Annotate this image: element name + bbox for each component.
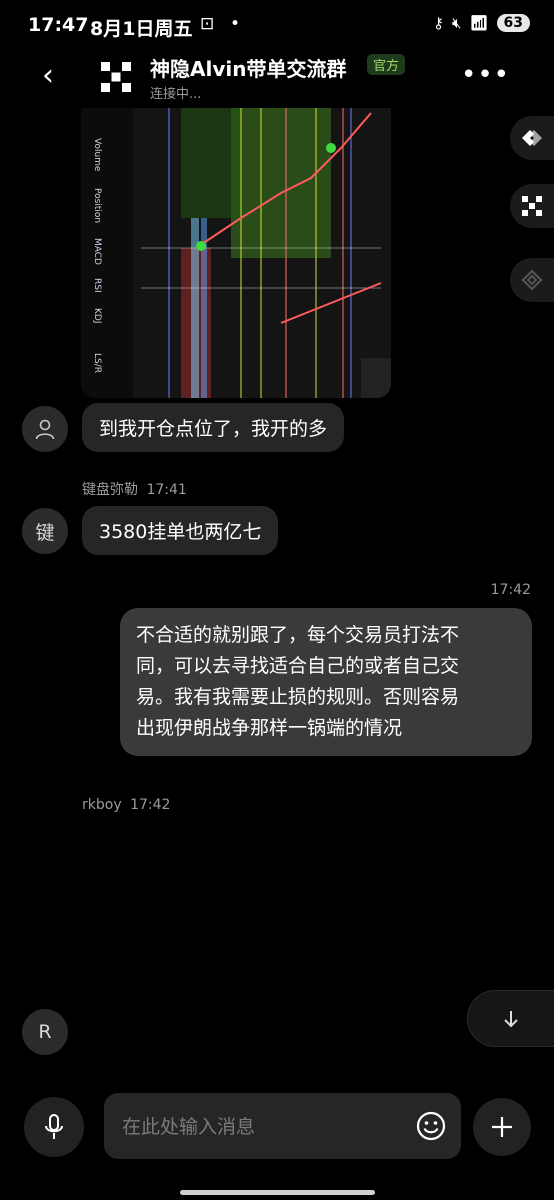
svg-text:MACD: MACD xyxy=(92,238,102,265)
sender-name-text: rkboy xyxy=(82,797,122,813)
back-arrow-icon[interactable]: ‹ xyxy=(42,58,54,93)
message-line: 不合适的就别跟了，每个交易员打法不 xyxy=(136,624,460,646)
message-bubble-outgoing[interactable]: 不合适的就别跟了，每个交易员打法不 同，可以去寻找适合自己的或者自己交 易。我有… xyxy=(120,608,532,756)
svg-text:Volume: Volume xyxy=(92,138,102,172)
notification-dot-icon: • xyxy=(230,14,241,34)
svg-text:KDJ: KDJ xyxy=(92,308,102,324)
voice-button[interactable] xyxy=(24,1097,84,1157)
message-input[interactable] xyxy=(120,1111,394,1143)
connection-status: 连接中... xyxy=(150,87,202,102)
plus-icon xyxy=(492,1117,512,1137)
share-button[interactable] xyxy=(510,116,554,160)
scroll-to-bottom-button[interactable] xyxy=(467,990,554,1047)
status-icons: ⚷ 🔇︎ 📶︎ 63 xyxy=(433,14,530,32)
group-logo-icon[interactable] xyxy=(97,58,135,96)
message-time: 17:41 xyxy=(146,482,187,498)
x-logo-button[interactable] xyxy=(510,184,554,228)
svg-text:RSI: RSI xyxy=(92,278,102,293)
group-title[interactable]: 神隐Alvin带单交流群 xyxy=(150,53,346,82)
status-date: 8月1日周五 xyxy=(90,18,193,40)
binance-button[interactable] xyxy=(510,258,554,302)
message-bubble[interactable]: 到我开仓点位了，我开的多 xyxy=(82,403,345,452)
user-icon xyxy=(35,419,55,440)
wifi-icon: 📶︎ xyxy=(469,14,489,32)
x-logo-icon xyxy=(522,196,542,216)
emoji-icon[interactable] xyxy=(415,1110,447,1142)
official-badge: 官方 xyxy=(367,54,406,75)
mic-icon xyxy=(45,1114,63,1139)
message-line: 同，可以去寻找适合自己的或者自己交 xyxy=(136,655,460,677)
message-time: 17:42 xyxy=(130,797,171,813)
home-indicator[interactable] xyxy=(180,1190,375,1195)
key-icon: ⚷ xyxy=(433,14,445,32)
share-icon xyxy=(522,130,542,146)
plus-button[interactable] xyxy=(473,1098,531,1156)
message-input-box[interactable] xyxy=(104,1093,461,1159)
status-time: 17:47 xyxy=(28,14,89,36)
message-time: 17:42 xyxy=(490,582,531,598)
arrow-down-icon xyxy=(504,1010,518,1027)
svg-text:Position: Position xyxy=(92,188,102,223)
binance-icon xyxy=(521,269,543,291)
trading-chart-photo: Volume Position MACD RSI KDJ LS/R xyxy=(81,108,391,398)
sender-name: 键盘弥勒 17:41 xyxy=(82,479,187,499)
status-bar: 17:47 8月1日周五 ⊡ • ⚷ 🔇︎ 📶︎ 63 xyxy=(0,0,554,52)
svg-text:LS/R: LS/R xyxy=(92,353,102,373)
sender-name: rkboy 17:42 xyxy=(82,797,170,813)
message-bubble[interactable]: 3580挂单也两亿七 xyxy=(82,506,279,555)
mute-icon: 🔇︎ xyxy=(452,14,462,32)
battery-indicator: 63 xyxy=(496,14,530,32)
avatar[interactable]: R xyxy=(22,1009,68,1055)
chat-header: ‹ 神隐Alvin带单交流群 官方 连接中... ••• xyxy=(0,52,554,108)
chat-image[interactable]: Volume Position MACD RSI KDJ LS/R xyxy=(81,108,391,398)
sender-name-text: 键盘弥勒 xyxy=(82,482,138,498)
avatar[interactable] xyxy=(22,406,68,452)
message-line: 易。我有我需要止损的规则。否则容易 xyxy=(136,686,460,708)
message-line: 出现伊朗战争那样一锅端的情况 xyxy=(136,717,403,739)
more-icon[interactable]: ••• xyxy=(461,60,510,90)
screen-record-icon: ⊡ xyxy=(200,14,215,34)
avatar[interactable]: 键 xyxy=(22,508,68,554)
